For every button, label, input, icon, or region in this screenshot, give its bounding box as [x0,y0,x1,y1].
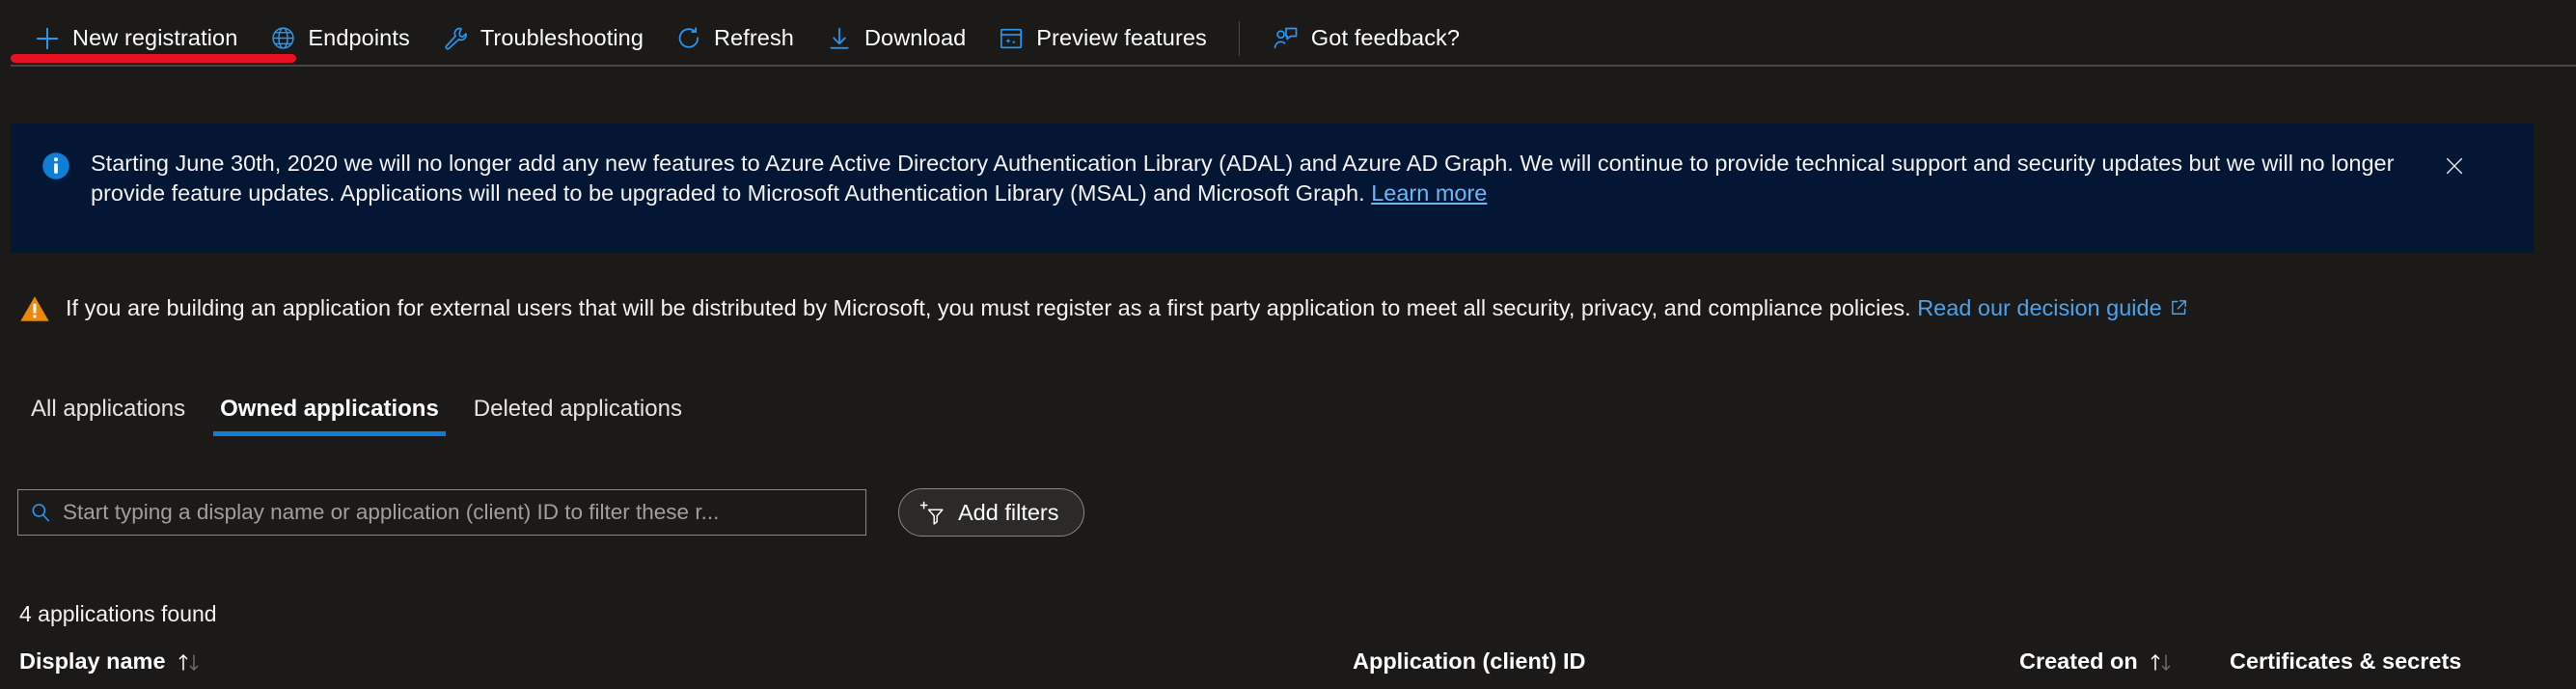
column-header-application-client-id[interactable]: Application (client) ID [1353,648,1586,675]
refresh-label: Refresh [714,25,794,51]
troubleshooting-button[interactable]: Troubleshooting [425,12,659,66]
refresh-icon [674,24,703,53]
sort-ascending-icon [176,650,205,674]
info-banner-body: Starting June 30th, 2020 we will no long… [91,151,2394,206]
column-header-application-client-id-label: Application (client) ID [1353,648,1586,675]
tab-deleted-applications[interactable]: Deleted applications [456,390,699,440]
adal-deprecation-info-banner: Starting June 30th, 2020 we will no long… [11,124,2534,253]
endpoints-label: Endpoints [308,25,409,51]
info-icon [41,152,70,185]
tab-owned-applications[interactable]: Owned applications [203,390,456,440]
preview-features-icon [997,24,1026,53]
column-header-created-on-label: Created on [2019,648,2138,675]
search-input[interactable] [61,499,854,526]
download-label: Download [864,25,966,51]
column-header-display-name[interactable]: Display name [19,648,205,675]
download-icon [825,24,854,53]
column-header-certificates-secrets: Certificates & secrets [2230,648,2461,675]
close-icon[interactable] [2435,147,2474,185]
add-filters-button[interactable]: Add filters [898,488,1084,537]
globe-icon [268,24,297,53]
refresh-button[interactable]: Refresh [659,12,809,66]
decision-guide-link[interactable]: Read our decision guide [1917,295,2161,320]
add-filter-icon [918,499,946,526]
column-header-certificates-secrets-label: Certificates & secrets [2230,648,2461,675]
sort-ascending-icon [2148,650,2177,674]
new-registration-label: New registration [72,25,237,51]
warning-body: If you are building an application for e… [66,295,1917,320]
search-box[interactable] [17,489,866,536]
applications-table-header: Display name Application (client) ID Cre… [0,648,2576,689]
applications-tablist: All applications Owned applications Dele… [14,390,699,440]
got-feedback-button[interactable]: Got feedback? [1256,12,1475,66]
tab-all-applications-label: All applications [31,396,185,422]
add-filters-label: Add filters [958,500,1059,526]
column-header-created-on[interactable]: Created on [2019,648,2177,675]
troubleshooting-label: Troubleshooting [480,25,644,51]
tab-owned-applications-label: Owned applications [220,396,439,422]
tab-deleted-applications-label: Deleted applications [474,396,682,422]
plus-icon [33,24,62,53]
tab-all-applications[interactable]: All applications [14,390,203,440]
toolbar-divider [1239,21,1240,56]
preview-features-button[interactable]: Preview features [981,12,1222,66]
wrench-icon [441,24,470,53]
new-registration-annotation-underline [11,54,296,63]
feedback-icon [1272,24,1301,53]
results-count: 4 applications found [19,601,217,627]
download-button[interactable]: Download [809,12,981,66]
warning-icon [19,294,50,323]
toolbar-bottom-rule [11,65,2576,67]
search-icon [30,502,51,523]
learn-more-link[interactable]: Learn more [1371,180,1487,206]
external-link-icon [2169,297,2188,323]
filter-row: Add filters [17,488,1084,537]
command-toolbar: New registration Endpoints Troubleshooti… [0,0,2576,76]
preview-features-label: Preview features [1036,25,1207,51]
got-feedback-label: Got feedback? [1311,25,1460,51]
warning-text: If you are building an application for e… [66,295,2188,323]
column-header-display-name-label: Display name [19,648,166,675]
first-party-app-warning: If you are building an application for e… [19,294,2188,323]
info-banner-text: Starting June 30th, 2020 we will no long… [91,149,2435,208]
